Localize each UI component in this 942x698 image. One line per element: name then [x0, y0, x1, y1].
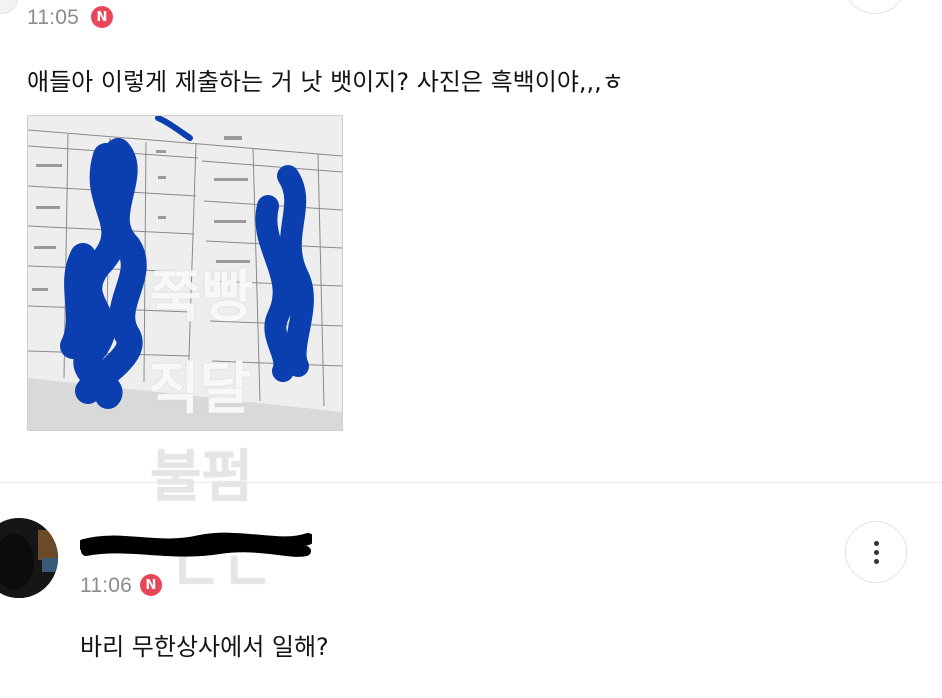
watermark-line: 불펌 [150, 445, 254, 510]
more-options-button[interactable] [845, 521, 907, 583]
divider [0, 482, 942, 483]
redacted-username [78, 531, 314, 561]
more-vertical-icon [873, 540, 879, 564]
watermark-line: 쭉빵 [150, 265, 254, 330]
avatar[interactable] [0, 0, 18, 14]
more-options-button[interactable] [845, 0, 905, 14]
comment-timestamp: 11:06 [80, 574, 132, 597]
watermark-line: 직달 [148, 357, 252, 422]
post-text: 애들아 이렇게 제출하는 거 낫 뱃이지? 사진은 흑백이야,,,ㅎ [27, 68, 624, 96]
new-badge: N [91, 6, 113, 28]
post-timestamp: 11:05 [27, 6, 79, 29]
new-badge: N [140, 574, 162, 596]
redaction-scribble [78, 532, 314, 557]
comment-text: 바리 무한상사에서 일해? [80, 633, 329, 661]
avatar[interactable] [0, 518, 58, 598]
avatar-image [0, 518, 58, 598]
